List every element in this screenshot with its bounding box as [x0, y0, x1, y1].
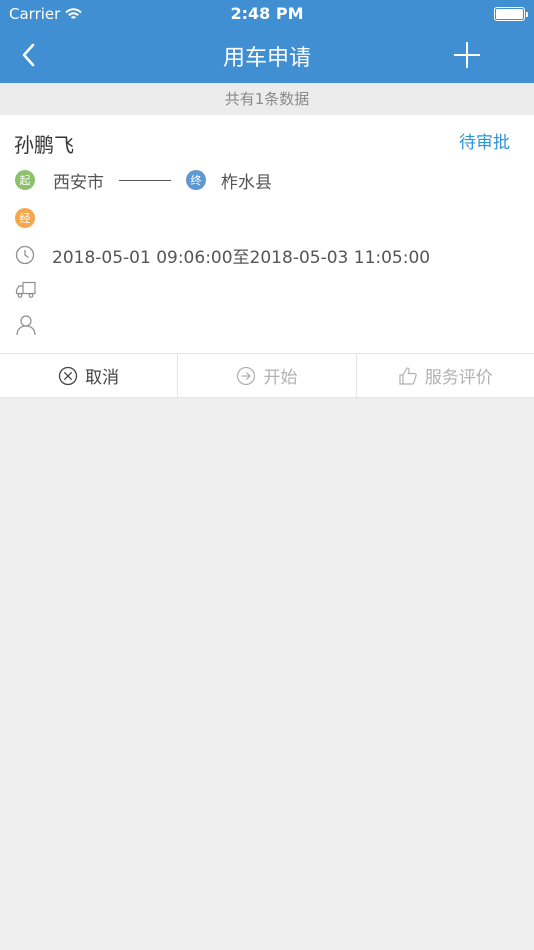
cancel-button[interactable]: 取消	[0, 354, 177, 397]
rate-service-button[interactable]: 服务评价	[355, 354, 534, 397]
route-row: 起 西安市 终 柞水县	[15, 168, 272, 193]
request-card[interactable]: 孙鹏飞 待审批 起 西安市 终 柞水县 经 2018-05-01 09:06:0…	[0, 115, 534, 353]
thumbs-up-icon	[399, 366, 417, 385]
truck-icon	[15, 281, 36, 298]
time-row: 2018-05-01 09:06:00至2018-05-03 11:05:00	[15, 243, 431, 268]
start-label: 开始	[263, 368, 298, 388]
start-badge: 起	[15, 170, 35, 190]
cancel-circle-icon	[59, 366, 78, 385]
start-city: 西安市	[53, 172, 104, 193]
applicant-name: 孙鹏飞	[14, 133, 74, 157]
header: Carrier 2:48 PM 用车申请	[0, 0, 534, 83]
driver-row	[15, 313, 55, 337]
arrow-circle-icon	[237, 366, 256, 385]
time-range: 2018-05-01 09:06:00至2018-05-03 11:05:00	[52, 247, 431, 268]
nav-bar: 用车申请	[0, 28, 534, 83]
end-city: 柞水县	[221, 172, 272, 193]
end-badge: 终	[186, 170, 206, 190]
add-request-button[interactable]	[450, 38, 484, 72]
start-button[interactable]: 开始	[177, 354, 355, 397]
action-bar: 取消 开始 服务评价	[0, 353, 534, 398]
rate-service-label: 服务评价	[424, 368, 493, 388]
clock-time: 2:48 PM	[230, 4, 304, 23]
status-bar: Carrier 2:48 PM	[0, 0, 534, 28]
status-badge: 待审批	[459, 133, 510, 153]
cancel-label: 取消	[85, 368, 120, 388]
clock-icon	[15, 245, 35, 265]
via-badge: 经	[15, 208, 35, 228]
vehicle-row	[15, 278, 55, 302]
via-row: 经	[15, 206, 53, 230]
route-line	[119, 179, 171, 181]
record-count: 共有1条数据	[0, 83, 534, 115]
battery-icon	[494, 7, 528, 21]
person-icon	[16, 315, 36, 336]
